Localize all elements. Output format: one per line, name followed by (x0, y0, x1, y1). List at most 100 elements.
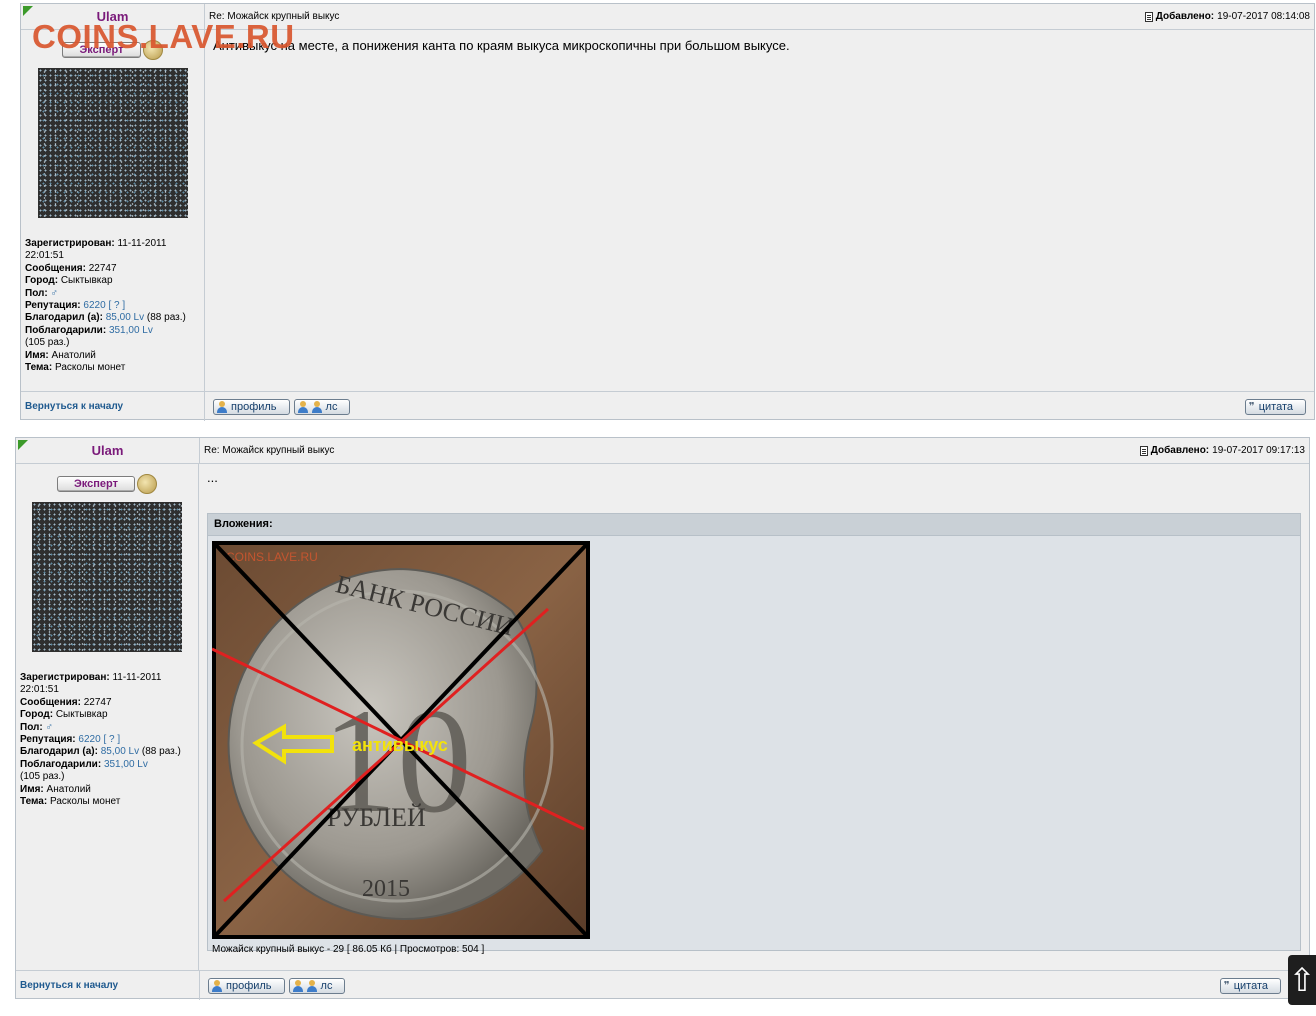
reputation-label: Репутация: (25, 300, 81, 312)
registered-label: Зарегистрирован: (20, 672, 110, 683)
post-text: Антивыкус на месте, а понижения канта по… (213, 38, 790, 53)
post-footer: Вернуться к началу профиль лс ❞ цитата (21, 391, 1314, 421)
back-cell: Вернуться к началу (21, 392, 205, 421)
post-body: ... Вложения: COINS.LAVE.RU БАНК РОССИИ … (199, 464, 1309, 970)
subject-cell: Re: Можайск крупный выкус Добавлено: 19-… (200, 438, 1309, 463)
thanked-by-times: (105 раз.) (25, 337, 70, 349)
reputation-value[interactable]: 6220 (83, 300, 105, 311)
document-icon[interactable] (1139, 445, 1148, 456)
quote-button[interactable]: ❞ цитата (1219, 977, 1281, 994)
name-label: Имя: (25, 349, 49, 361)
attachments-header: Вложения: (208, 514, 1300, 536)
thanked-times: (88 раз.) (141, 746, 181, 758)
reputation-value[interactable]: 6220 (78, 734, 100, 745)
messages-label: Сообщения: (20, 696, 81, 708)
medal-icon (137, 474, 158, 494)
author-info: Зарегистрирован: 11-11-2011 22:01:51 Соо… (20, 672, 194, 808)
attachment-image[interactable]: COINS.LAVE.RU БАНК РОССИИ 10 РУБЛЕЙ 2015… (211, 541, 590, 939)
messages-label: Сообщения: (25, 262, 86, 274)
button-group: профиль лс (213, 398, 351, 415)
user-icon (212, 979, 222, 992)
quote-button-label: цитата (1258, 400, 1293, 413)
corner-marker-icon (23, 6, 33, 16)
messages-count: 22747 (83, 696, 112, 708)
rank-label: Эксперт (56, 475, 136, 493)
post-body: Антивыкус на месте, а понижения канта по… (205, 30, 1314, 391)
thanked-times: (88 раз.) (146, 312, 186, 324)
male-icon: ♂ (50, 287, 59, 299)
profile-button[interactable]: профиль (213, 398, 290, 415)
thanked-value[interactable]: 85,00 Lv (101, 746, 139, 757)
topic-value: Расколы монет (49, 796, 121, 808)
users-icon (297, 400, 308, 413)
topic-label: Тема: (20, 796, 48, 808)
author-sidebar: Эксперт Зарегистрирован: 11-11-2011 22:0… (16, 464, 199, 970)
author-info: Зарегистрирован: 11-11-2011 22:01:51 Соо… (25, 238, 200, 374)
profile-button[interactable]: профиль (208, 977, 285, 994)
quote-bubble-icon: ❞ (1223, 980, 1230, 992)
added-label: Добавлено: (1155, 11, 1215, 22)
reputation-label: Репутация: (20, 734, 76, 746)
button-group: профиль лс (208, 977, 346, 994)
site-watermark: COINS.LAVE.RU (32, 18, 295, 55)
pm-button[interactable]: лс (293, 398, 351, 415)
rank-badge: Эксперт (20, 474, 194, 494)
users-icon-2 (311, 400, 322, 413)
button-bar: профиль лс ❞ цитата (205, 392, 1314, 421)
attachments-box: Вложения: COINS.LAVE.RU БАНК РОССИИ 10 Р… (207, 513, 1301, 955)
messages-count: 22747 (88, 262, 117, 274)
button-bar: профиль лс ❞ цитата (200, 971, 1309, 1000)
back-to-top-link[interactable]: Вернуться к началу (20, 980, 118, 991)
thanked-value[interactable]: 85,00 Lv (106, 312, 144, 323)
gender-label: Пол: (20, 721, 43, 733)
name-value: Анатолий (51, 349, 96, 361)
document-icon[interactable] (1144, 11, 1153, 22)
users-icon-2 (306, 979, 317, 992)
thanked-by-value[interactable]: 351,00 Lv (104, 759, 148, 770)
post-content-row: Эксперт Зарегистрирован: 11-11-2011 22:0… (21, 30, 1314, 391)
added-date: 19-07-2017 08:14:08 (1217, 11, 1310, 22)
back-to-top-link[interactable]: Вернуться к началу (25, 401, 123, 412)
topic-label: Тема: (25, 362, 53, 374)
quote-button[interactable]: ❞ цитата (1244, 398, 1306, 415)
thanked-label: Благодарил (а): (25, 312, 103, 324)
registered-time: 22:01:51 (20, 684, 59, 696)
corner-marker-icon (18, 440, 28, 450)
post-footer: Вернуться к началу профиль лс ❞ цитата (16, 970, 1309, 1000)
gender-label: Пол: (25, 287, 48, 299)
thanked-by-times: (105 раз.) (20, 771, 65, 783)
reputation-help-link[interactable]: [ ? ] (108, 300, 125, 311)
thanked-by-value[interactable]: 351,00 Lv (109, 325, 153, 336)
author-name[interactable]: Ulam (92, 443, 124, 458)
added-label: Добавлено: (1150, 445, 1210, 456)
quote-button-label: цитата (1233, 979, 1268, 992)
city-label: Город: (25, 275, 59, 287)
registered-date: 11-11-2011 (117, 238, 167, 249)
pm-button[interactable]: лс (288, 977, 346, 994)
added-date: 19-07-2017 09:17:13 (1212, 445, 1305, 456)
post-date: Добавлено: 19-07-2017 08:14:08 (1144, 11, 1310, 22)
profile-button-label: профиль (226, 979, 272, 992)
name-label: Имя: (20, 783, 44, 795)
post-2: Ulam Re: Можайск крупный выкус Добавлено… (15, 437, 1310, 1000)
back-cell: Вернуться к началу (16, 971, 200, 1000)
profile-button-label: профиль (231, 400, 277, 413)
coin-year: 2015 (362, 876, 410, 902)
registered-label: Зарегистрирован: (25, 238, 115, 249)
author-sidebar: Эксперт Зарегистрирован: 11-11-2011 22:0… (21, 30, 205, 391)
topic-value: Расколы монет (54, 362, 126, 374)
post-subject: Re: Можайск крупный выкус (204, 445, 335, 456)
quote-bubble-icon: ❞ (1248, 401, 1255, 413)
image-annotation: антивыкус (352, 735, 448, 755)
pm-button-label: лс (325, 400, 338, 413)
subject-cell: Re: Можайск крупный выкус Добавлено: 19-… (205, 4, 1314, 29)
avatar (37, 68, 188, 218)
arrow-up-icon[interactable]: ⇧ (1288, 955, 1316, 1005)
reputation-help-link[interactable]: [ ? ] (103, 734, 120, 745)
image-watermark: COINS.LAVE.RU (226, 550, 318, 564)
coin-bottom-text: РУБЛЕЙ (327, 803, 426, 832)
post-header: Ulam Re: Можайск крупный выкус Добавлено… (16, 438, 1309, 464)
avatar (32, 502, 182, 652)
city-value: Сыктывкар (55, 709, 108, 721)
city-label: Город: (20, 709, 54, 721)
